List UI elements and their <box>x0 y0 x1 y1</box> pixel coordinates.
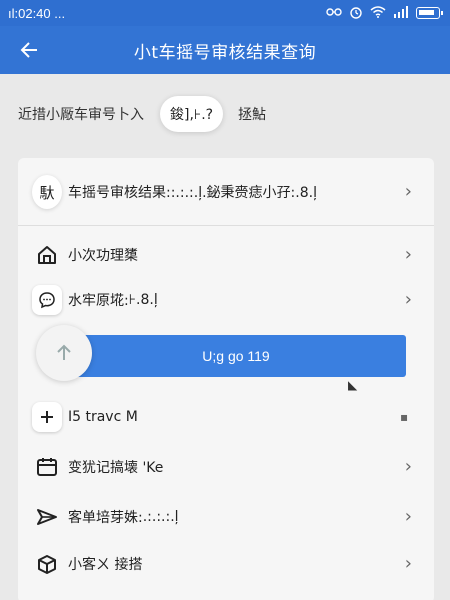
box-icon <box>38 555 56 574</box>
chevron-right-icon: › <box>404 456 412 477</box>
menu-item-label: 变犹记搞壊 'Ke <box>68 460 164 476</box>
menu-item-handle[interactable]: 小次功理橥 › <box>18 236 434 274</box>
chevron-right-icon: › <box>404 181 412 202</box>
link-icon <box>326 7 342 20</box>
menu-item-label: 车摇号审核结果: <box>68 185 171 201</box>
icon-wrap <box>32 502 62 532</box>
icon-wrap <box>32 452 62 482</box>
chevron-right-icon: › <box>404 506 412 527</box>
status-bar: ıl:02:40 ... <box>0 0 450 26</box>
icon-wrap: 馱 <box>32 175 62 209</box>
menu-item-original[interactable]: 水牢原埖: ⊦.8.ļ › <box>18 281 434 319</box>
signal-icon <box>393 5 409 21</box>
tooltip-text: 鋑],⊦.? <box>170 107 214 123</box>
back-button[interactable] <box>14 36 44 64</box>
menu-item-label: I5 travc M <box>68 409 138 425</box>
menu-item-add[interactable]: I5 travc M <box>18 398 434 436</box>
chevron-right-icon: › <box>404 289 412 310</box>
menu-item-review-result[interactable]: 馱 车摇号审核结果: :.:.:.ļ.鉍秉赍痣小孖:.8.ļ › <box>18 172 434 212</box>
chevron-right-icon: › <box>404 553 412 574</box>
dot-indicator: ▪ <box>400 410 409 424</box>
icon-wrap <box>32 549 62 579</box>
chat-icon <box>32 285 62 315</box>
menu-item-tail: ⊦.8.ļ <box>128 292 158 308</box>
menu-item-label: 水牢原埖: <box>68 293 129 309</box>
battery-icon <box>416 7 443 19</box>
arrow-left-icon <box>20 42 37 58</box>
chevron-right-icon: › <box>404 244 412 265</box>
page-title: 小t车摇号审核结果查询 <box>133 42 317 63</box>
menu-item-tail: .:.:.:.ļ <box>142 509 179 525</box>
action-button-label: U;g go 119 <box>202 348 270 364</box>
status-icons <box>326 5 443 22</box>
notice-right: 拯鮎 <box>238 107 266 123</box>
status-time: ıl:02:40 ... <box>8 5 66 21</box>
send-icon <box>37 509 57 525</box>
upload-icon <box>57 344 71 360</box>
tooltip-bubble: 鋑],⊦.? <box>160 96 224 132</box>
alarm-icon <box>349 5 363 22</box>
cursor-mark: ◣ <box>348 378 358 392</box>
menu-item-label: 小客ㄨ 接搭 <box>68 557 143 573</box>
plus-icon <box>32 402 62 432</box>
house-icon <box>38 246 56 264</box>
app-bar: 小t车摇号审核结果查询 <box>0 26 450 74</box>
upload-icon-button[interactable] <box>36 325 92 381</box>
notice-left: 近措小厰车审号卜入 <box>18 107 144 123</box>
menu-item-change-record[interactable]: 变犹记搞壊 'Ke › <box>18 448 434 486</box>
menu-item-label: 客单培芽姝: <box>68 510 143 526</box>
user-icon: 馱 <box>32 175 62 209</box>
icon-glyph: 馱 <box>39 183 55 202</box>
menu-item-customer-order[interactable]: 客单培芽姝: .:.:.:.ļ › <box>18 498 434 536</box>
icon-wrap <box>32 402 62 432</box>
calendar-icon <box>37 458 57 476</box>
menu-item-tail: :.:.:.ļ.鉍秉赍痣小孖:.8.ļ <box>170 185 317 201</box>
menu-item-pickup[interactable]: 小客ㄨ 接搭 › <box>18 545 434 583</box>
notice-text: 近措小厰车审号卜入 拯鮎 <box>18 104 266 124</box>
wifi-icon <box>370 5 386 21</box>
icon-wrap <box>32 285 62 315</box>
menu-item-label: 小次功理橥 <box>68 248 138 264</box>
action-button[interactable]: U;g go 119 <box>66 335 406 377</box>
icon-wrap <box>32 240 62 270</box>
divider <box>18 225 434 226</box>
